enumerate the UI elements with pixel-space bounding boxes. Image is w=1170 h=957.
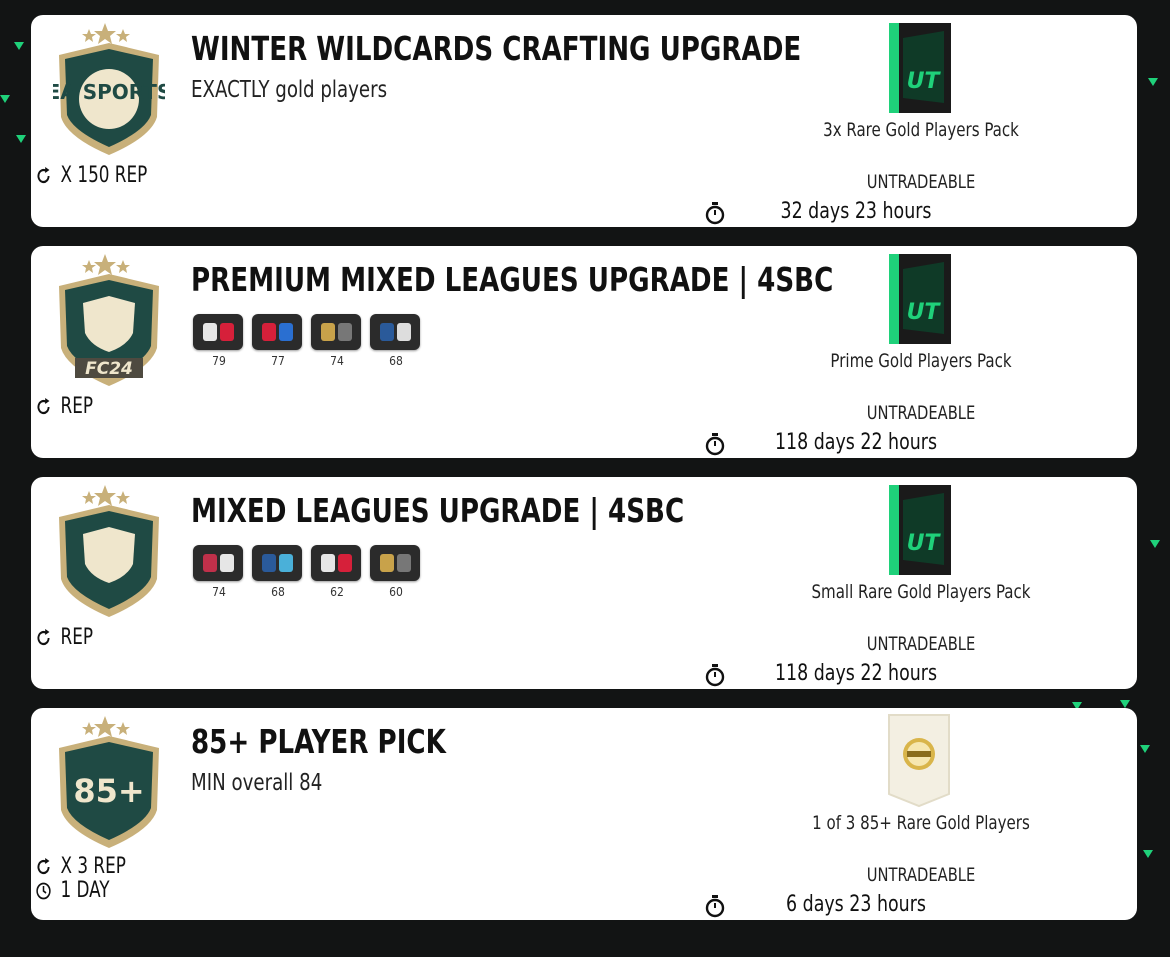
stopwatch-icon [705, 433, 725, 456]
time-remaining: 32 days 23 hours [780, 199, 932, 224]
repeat-label: REP [60, 625, 93, 650]
reward-name: 1 of 3 85+ Rare Gold Players [812, 812, 1030, 834]
tradeable-status: UNTRADEABLE [866, 171, 976, 193]
league-logo-icon [252, 545, 302, 581]
stopwatch-icon [705, 664, 725, 687]
repeat-icon [37, 628, 50, 645]
league-logo-icon [193, 314, 243, 350]
league-rating: 74 [330, 354, 344, 368]
repeat-icon [37, 166, 50, 183]
challenge-requirement: EXACTLY gold players [191, 77, 388, 103]
tradeable-status: UNTRADEABLE [866, 864, 976, 886]
challenge-card-mixed-leagues[interactable]: MIXED LEAGUES UPGRADE | 4SBC 74 68 62 60… [31, 477, 1137, 689]
league-rating: 60 [389, 585, 403, 599]
challenge-title: WINTER WILDCARDS CRAFTING UPGRADE [191, 29, 802, 68]
challenge-card-premium-mixed-leagues[interactable]: FC24 PREMIUM MIXED LEAGUES UPGRADE | 4SB… [31, 246, 1137, 458]
refresh-label: 1 DAY [60, 878, 110, 903]
refresh-info: 1 DAY [35, 878, 110, 903]
league-rating: 68 [271, 585, 285, 599]
league-rating: 74 [212, 585, 226, 599]
reward-name: Prime Gold Players Pack [830, 350, 1012, 372]
league-list: 74 68 62 60 [193, 545, 422, 599]
league-logo-icon [252, 314, 302, 350]
league-rating: 79 [212, 354, 226, 368]
tradeable-status: UNTRADEABLE [866, 633, 976, 655]
league-rating: 68 [389, 354, 403, 368]
league-item: 74 [193, 545, 245, 599]
league-logo-icon [311, 545, 361, 581]
league-rating: 77 [271, 354, 285, 368]
ea-sports-badge-icon: EA SPORTS [53, 23, 165, 155]
fc24-badge-icon: FC24 [59, 254, 159, 386]
time-remaining: 6 days 23 hours [786, 892, 926, 917]
challenge-title: 85+ PLAYER PICK [191, 722, 446, 761]
badge-label: 85+ [73, 772, 144, 810]
pack-logo: UT [907, 531, 942, 556]
tradeable-status: UNTRADEABLE [866, 402, 976, 424]
league-item: 68 [370, 314, 422, 368]
ut-pack-icon: UT [889, 254, 951, 344]
reward-name: 3x Rare Gold Players Pack [823, 119, 1019, 141]
crest-badge-icon [59, 485, 159, 617]
league-logo-icon [311, 314, 361, 350]
league-list: 79 77 74 68 [193, 314, 422, 368]
player-pick-icon [888, 714, 950, 808]
badge-label: FC24 [85, 359, 133, 379]
pack-logo: UT [907, 69, 942, 94]
time-remaining: 118 days 22 hours [774, 661, 938, 686]
repeat-label: X 150 REP [60, 163, 148, 188]
challenge-card-85-player-pick[interactable]: 85+ 85+ PLAYER PICK MIN overall 84 X 3 R… [31, 708, 1137, 920]
time-remaining: 118 days 22 hours [774, 430, 938, 455]
league-item: 77 [252, 314, 304, 368]
repeat-info: REP [35, 625, 93, 650]
reward-name: Small Rare Gold Players Pack [811, 581, 1031, 603]
repeat-info: X 3 REP [35, 854, 126, 879]
85-plus-badge-icon: 85+ [59, 716, 159, 848]
league-logo-icon [370, 545, 420, 581]
challenge-title: MIXED LEAGUES UPGRADE | 4SBC [191, 491, 685, 530]
league-logo-icon [193, 545, 243, 581]
league-rating: 62 [330, 585, 344, 599]
repeat-label: X 3 REP [60, 854, 126, 879]
league-item: 62 [311, 545, 363, 599]
repeat-label: REP [60, 394, 93, 419]
badge-label: EA SPORTS [53, 80, 165, 104]
league-item: 74 [311, 314, 363, 368]
repeat-icon [37, 397, 50, 414]
league-item: 79 [193, 314, 245, 368]
repeat-icon [37, 857, 50, 874]
challenge-card-winter-wildcards[interactable]: EA SPORTS WINTER WILDCARDS CRAFTING UPGR… [31, 15, 1137, 227]
pack-logo: UT [907, 300, 942, 325]
challenge-requirement: MIN overall 84 [191, 770, 323, 796]
clock-icon [36, 882, 51, 899]
stopwatch-icon [705, 895, 725, 918]
challenge-title: PREMIUM MIXED LEAGUES UPGRADE | 4SBC [191, 260, 834, 299]
repeat-info: REP [35, 394, 93, 419]
league-item: 60 [370, 545, 422, 599]
stopwatch-icon [705, 202, 725, 225]
ut-pack-icon: UT [889, 23, 951, 113]
league-logo-icon [370, 314, 420, 350]
league-item: 68 [252, 545, 304, 599]
repeat-info: X 150 REP [35, 163, 147, 188]
ut-pack-icon: UT [889, 485, 951, 575]
